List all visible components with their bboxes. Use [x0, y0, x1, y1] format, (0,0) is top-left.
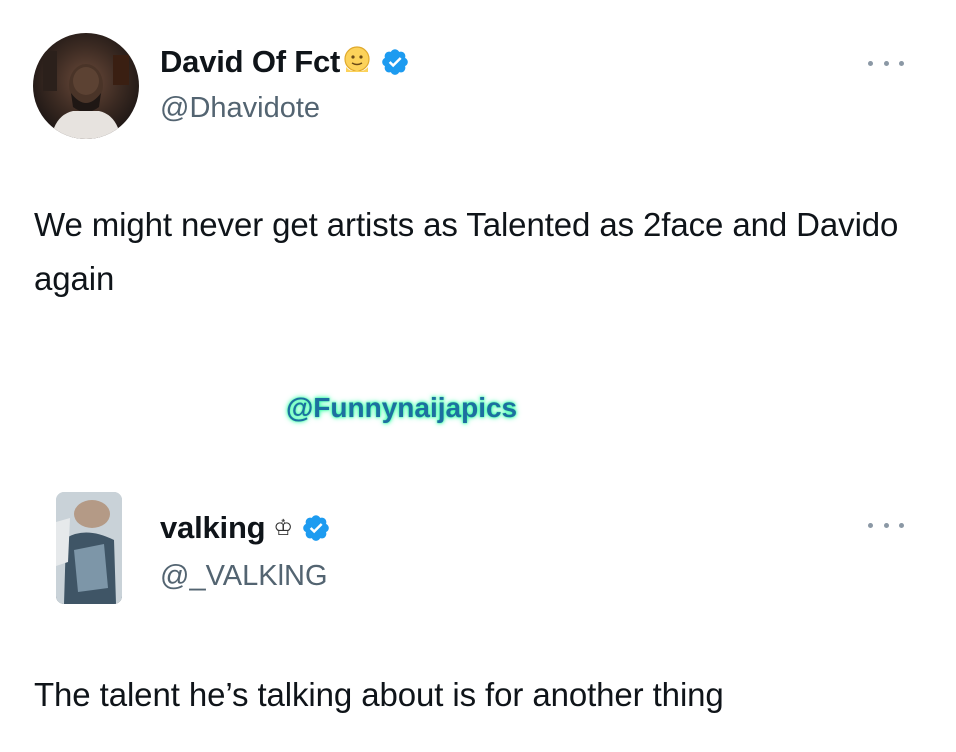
dot-icon: [899, 522, 904, 528]
user-handle[interactable]: @Dhavidote: [160, 92, 320, 125]
dot-icon: [883, 522, 889, 528]
more-options-button[interactable]: [868, 56, 904, 70]
name-row: valking ♔: [160, 510, 331, 546]
dot-icon: [899, 60, 904, 66]
dot-icon: [868, 60, 873, 66]
verified-badge-icon: [301, 513, 331, 543]
tweet-text: The talent he’s talking about is for ano…: [34, 676, 724, 713]
dot-icon: [883, 60, 889, 66]
watermark-text: @Funnynaijapics: [286, 392, 518, 423]
avatar-photo-selfie: [56, 492, 122, 604]
more-options-button[interactable]: [868, 518, 904, 532]
dot-icon: [868, 522, 873, 528]
reply-tweet: valking ♔ @_VALKlNG The talent he’s talk…: [0, 480, 956, 752]
user-handle[interactable]: @_VALKlNG: [160, 560, 328, 593]
avatar-photo-man: [43, 51, 129, 139]
avatar[interactable]: [56, 492, 122, 604]
crown-icon: ♔: [273, 515, 294, 541]
name-row: David Of Fct: [160, 44, 410, 80]
original-tweet: David Of Fct @Dhavidote We might never g…: [0, 0, 956, 360]
display-name[interactable]: valking: [160, 510, 266, 546]
tweet-text: We might never get artists as Talented a…: [34, 206, 899, 297]
melting-face-emoji-icon: [342, 45, 372, 80]
avatar[interactable]: [33, 33, 139, 139]
display-name[interactable]: David Of Fct: [160, 44, 340, 80]
verified-badge-icon: [380, 47, 410, 77]
